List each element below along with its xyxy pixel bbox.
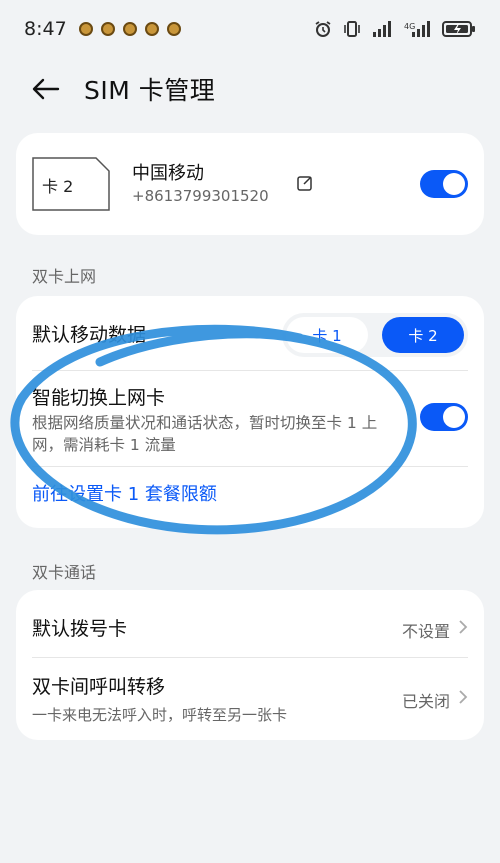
divider (32, 466, 468, 467)
sim-card-row: 卡 2 中国移动 +8613799301520 (16, 133, 484, 235)
phone-number: +8613799301520 (132, 187, 269, 205)
notification-icon (100, 22, 115, 36)
notification-icon (78, 22, 93, 36)
dual-call-card: 默认拨号卡 不设置 双卡间呼叫转移 一卡来电无法呼入时，呼转至另一张卡 已关闭 (16, 590, 484, 740)
back-button[interactable] (18, 61, 74, 117)
battery-charging-icon (442, 20, 476, 38)
call-forward-description: 一卡来电无法呼入时，呼转至另一张卡 (32, 706, 288, 724)
chevron-right-icon (459, 690, 468, 704)
chevron-right-icon (459, 620, 468, 634)
carrier-name: 中国移动 (132, 163, 204, 184)
section-label-dual-data: 双卡上网 (32, 267, 97, 286)
status-time: 8:47 (24, 18, 67, 40)
svg-text:4G: 4G (404, 22, 415, 31)
default-data-label: 默认移动数据 (32, 324, 147, 346)
segment-sim1-button[interactable]: 卡 1 (286, 317, 368, 353)
vibrate-icon (342, 20, 362, 38)
signal-icon (372, 21, 394, 37)
divider (32, 370, 468, 371)
default-dial-label: 默认拨号卡 (32, 618, 128, 640)
app-header: SIM 卡管理 (0, 58, 500, 120)
status-right: 4G (314, 20, 476, 38)
call-forward-row[interactable]: 双卡间呼叫转移 一卡来电无法呼入时，呼转至另一张卡 已关闭 (16, 658, 484, 740)
status-bar: 8:47 4G (0, 0, 500, 58)
sim-card-icon: 卡 2 (32, 157, 110, 211)
data-limit-link[interactable]: 前往设置卡 1 套餐限额 (32, 480, 217, 506)
notification-icon (122, 22, 137, 36)
edit-icon[interactable] (296, 174, 314, 192)
notification-icon (144, 22, 159, 36)
default-dial-row[interactable]: 默认拨号卡 不设置 (16, 590, 484, 657)
sim-enable-toggle[interactable] (420, 170, 468, 198)
smart-switch-description: 根据网络质量状况和通话状态，暂时切换至卡 1 上网，需消耗卡 1 流量 (32, 414, 378, 454)
status-left: 8:47 (24, 18, 181, 40)
page-title: SIM 卡管理 (84, 76, 216, 105)
segment-sim2-button[interactable]: 卡 2 (382, 317, 464, 353)
call-forward-value: 已关闭 (401, 692, 450, 711)
smart-switch-label: 智能切换上网卡 (32, 387, 166, 409)
default-dial-value: 不设置 (401, 622, 450, 641)
alarm-icon (314, 20, 332, 38)
sim-card-icon-label: 卡 2 (42, 177, 74, 196)
notification-icon (166, 22, 181, 36)
smart-switch-toggle[interactable] (420, 403, 468, 431)
section-label-dual-call: 双卡通话 (32, 563, 97, 582)
back-arrow-icon (32, 78, 60, 100)
dual-data-card: 默认移动数据 卡 1 卡 2 智能切换上网卡 根据网络质量状况和通话状态，暂时切… (16, 296, 484, 528)
signal-icon: 4G (404, 21, 432, 37)
default-data-segment: 卡 1 卡 2 (282, 313, 468, 357)
call-forward-label: 双卡间呼叫转移 (32, 676, 166, 698)
